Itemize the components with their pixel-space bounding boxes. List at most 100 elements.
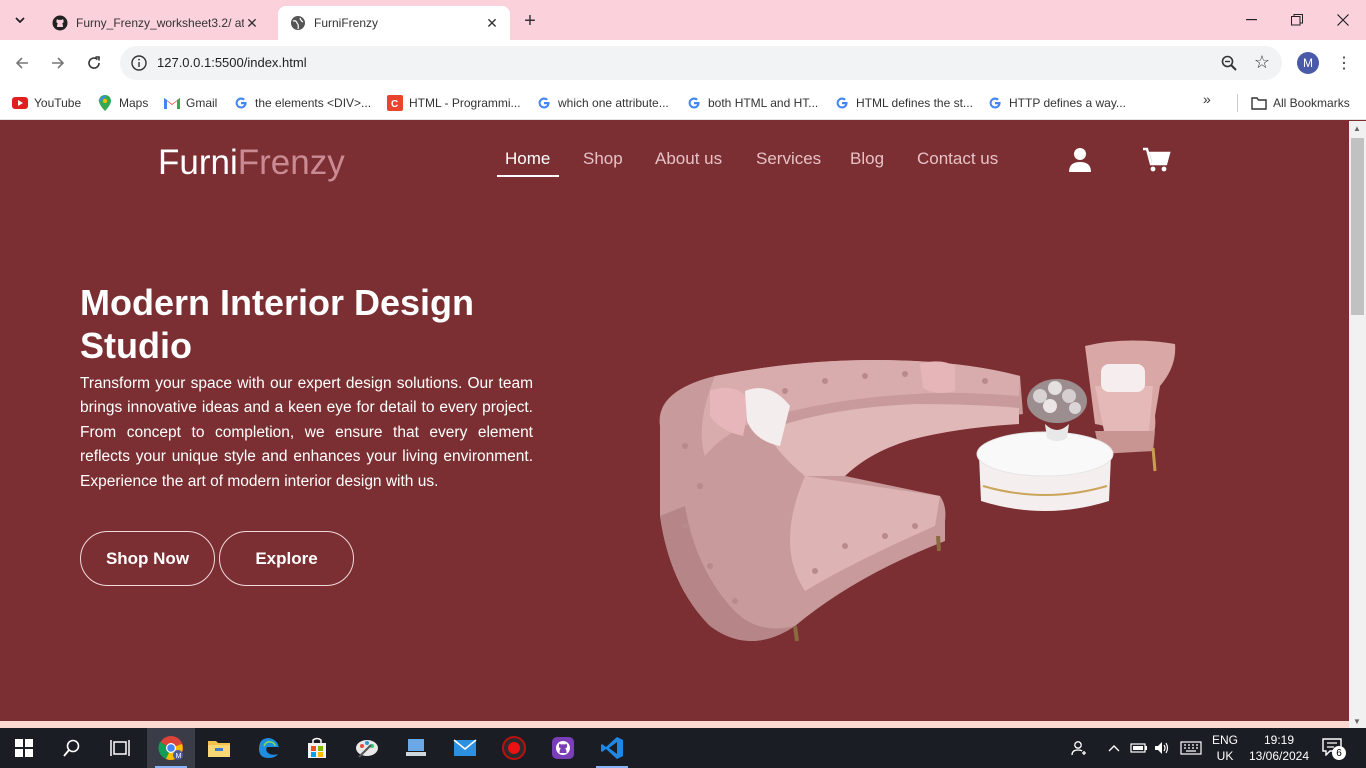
webpage: FurniFrenzy Home Shop About us Services … [0, 121, 1349, 721]
language-indicator[interactable]: ENG UK [1206, 732, 1244, 764]
vscode-icon[interactable] [588, 728, 636, 768]
zoom-icon[interactable] [1220, 54, 1238, 72]
nav-active-underline [497, 175, 559, 177]
logo-frenzy: Frenzy [237, 143, 345, 182]
hero-description: Transform your space with our expert des… [80, 375, 533, 490]
record-icon[interactable] [490, 728, 538, 768]
keyboard-icon[interactable] [1178, 728, 1204, 768]
explore-button[interactable]: Explore [219, 531, 354, 586]
notification-center-icon[interactable]: 6 [1322, 738, 1346, 760]
nav-home[interactable]: Home [505, 149, 550, 169]
nav-blog[interactable]: Blog [850, 149, 884, 169]
chevron-up-icon[interactable] [1104, 728, 1124, 768]
bookmark-google-3[interactable]: both HTML and HT... [686, 93, 818, 113]
tab-title: Furny_Frenzy_worksheet3.2/ at [76, 16, 244, 30]
windows-start-icon[interactable] [0, 728, 48, 768]
nav-contact[interactable]: Contact us [917, 149, 998, 169]
shop-now-button[interactable]: Shop Now [80, 531, 215, 586]
scrollbar-thumb[interactable] [1351, 138, 1364, 315]
people-icon[interactable] [1066, 728, 1092, 768]
user-icon[interactable] [1068, 147, 1092, 173]
nav-about[interactable]: About us [655, 149, 722, 169]
task-view-icon[interactable] [96, 728, 144, 768]
nav-services[interactable]: Services [756, 149, 821, 169]
nav-shop[interactable]: Shop [583, 149, 623, 169]
chevron-double-right-icon[interactable]: » [1203, 91, 1211, 107]
browser-menu-icon[interactable]: ⋮ [1334, 52, 1354, 74]
bookmark-label: which one attribute... [558, 96, 669, 110]
cart-icon[interactable] [1142, 147, 1172, 173]
google-icon [987, 95, 1003, 111]
profile-avatar[interactable]: M [1297, 52, 1319, 74]
battery-icon[interactable] [1128, 728, 1150, 768]
bookmark-gmail[interactable]: Gmail [164, 93, 217, 113]
volume-icon[interactable] [1152, 728, 1172, 768]
bookmark-label: HTML - Programmi... [409, 96, 521, 110]
svg-text:C: C [391, 99, 398, 110]
new-tab-plus-icon[interactable]: + [518, 9, 542, 33]
windows-taskbar: M ENG UK 19:19 13/06/2024 6 [0, 728, 1366, 768]
page-scrollbar[interactable]: ▲ ▼ [1349, 121, 1366, 728]
youtube-icon [12, 95, 28, 111]
bookmark-divider [1237, 94, 1238, 112]
clock-date: 13/06/2024 [1248, 749, 1310, 763]
bookmark-label: YouTube [34, 96, 82, 110]
store-icon[interactable] [293, 728, 341, 768]
bookmark-google-5[interactable]: HTTP defines a way... [987, 93, 1126, 113]
forward-arrow-icon[interactable] [46, 51, 70, 75]
gmail-icon [164, 95, 180, 111]
github-icon [52, 15, 68, 31]
bookmark-chegg[interactable]: C HTML - Programmi... [387, 93, 521, 113]
taskbar-clock[interactable]: 19:19 13/06/2024 [1246, 732, 1312, 764]
site-info-icon[interactable] [130, 54, 148, 72]
restore-icon[interactable] [1274, 0, 1320, 40]
reload-icon[interactable] [82, 51, 106, 75]
all-bookmarks[interactable]: All Bookmarks [1251, 93, 1350, 113]
folder-icon [1251, 95, 1267, 111]
language-code: ENG [1211, 733, 1238, 747]
svg-text:M: M [176, 753, 182, 760]
language-region: UK [1216, 749, 1234, 763]
bookmark-google-4[interactable]: HTML defines the st... [834, 93, 973, 113]
close-tab-icon[interactable]: ✕ [484, 15, 500, 32]
minimize-icon[interactable] [1228, 0, 1274, 40]
maps-icon [97, 95, 113, 111]
bookmark-label: Gmail [186, 96, 218, 110]
tab-search-button[interactable] [8, 8, 32, 32]
github-desktop-icon[interactable] [539, 728, 587, 768]
bookmark-label: Maps [119, 96, 149, 110]
bookmark-label: the elements <DIV>... [255, 96, 372, 110]
address-bar[interactable]: 127.0.0.1:5500/index.html ☆ [120, 46, 1282, 80]
scroll-down-arrow-icon[interactable]: ▼ [1353, 717, 1361, 726]
sofa-hero-image [659, 340, 1176, 642]
globe-icon [290, 15, 306, 31]
network-drive-icon[interactable] [392, 728, 440, 768]
google-icon [686, 95, 702, 111]
mail-icon[interactable] [441, 728, 489, 768]
tab-furnifrenzy[interactable]: FurniFrenzy ✕ [278, 6, 510, 40]
chrome-icon[interactable]: M [147, 728, 195, 768]
file-explorer-icon[interactable] [195, 728, 243, 768]
close-tab-icon[interactable]: ✕ [244, 15, 260, 32]
bookmark-google-1[interactable]: the elements <DIV>... [233, 93, 371, 113]
search-icon[interactable] [48, 728, 96, 768]
edge-icon[interactable] [245, 728, 293, 768]
page-next-section-edge [0, 721, 1349, 728]
close-window-icon[interactable] [1320, 0, 1366, 40]
url-text: 127.0.0.1:5500/index.html [157, 55, 307, 70]
bookmarks-bar: YouTube Maps Gmail the elements <DIV>...… [0, 86, 1366, 120]
bookmark-label: HTML defines the st... [856, 96, 973, 110]
paint-icon[interactable] [343, 728, 391, 768]
tab-title: FurniFrenzy [314, 16, 379, 30]
all-bookmarks-label: All Bookmarks [1273, 96, 1350, 110]
scroll-up-arrow-icon[interactable]: ▲ [1353, 124, 1361, 133]
back-arrow-icon[interactable] [10, 51, 34, 75]
site-logo[interactable]: FurniFrenzy [158, 143, 345, 183]
bookmark-label: HTTP defines a way... [1009, 96, 1126, 110]
bookmark-maps[interactable]: Maps [97, 93, 148, 113]
bookmark-star-icon[interactable]: ☆ [1254, 52, 1270, 73]
bookmark-youtube[interactable]: YouTube [12, 93, 81, 113]
bookmark-google-2[interactable]: which one attribute... [536, 93, 669, 113]
tab-github[interactable]: Furny_Frenzy_worksheet3.2/ at ✕ [40, 6, 270, 40]
tab-strip: Furny_Frenzy_worksheet3.2/ at ✕ FurniFre… [0, 0, 1366, 40]
